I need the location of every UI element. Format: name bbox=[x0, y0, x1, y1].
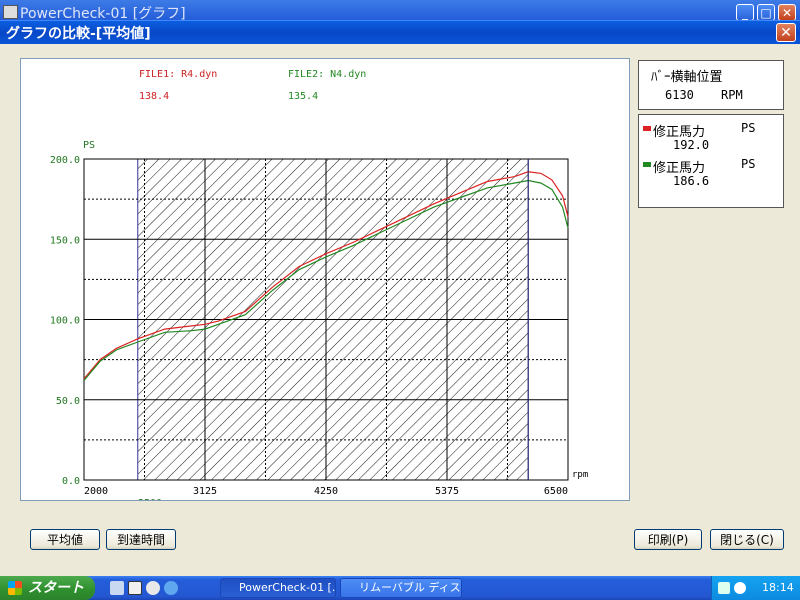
y-tick-label: 0.0 bbox=[62, 476, 80, 487]
system-tray: 18:14 bbox=[711, 576, 800, 600]
dialog-title: グラフの比較-[平均値] bbox=[6, 26, 151, 42]
tray-icon[interactable] bbox=[718, 582, 730, 594]
bar-position-unit: RPM bbox=[721, 88, 743, 102]
y-axis-label: PS bbox=[83, 140, 95, 151]
y-tick-label: 50.0 bbox=[56, 396, 80, 407]
legend-value: 192.0 bbox=[673, 138, 710, 152]
windows-logo-icon bbox=[8, 581, 22, 595]
y-tick-label: 200.0 bbox=[50, 155, 80, 166]
ie-icon[interactable] bbox=[164, 581, 178, 595]
x-tick-label: 5375 bbox=[435, 486, 459, 497]
legend-swatch-red bbox=[643, 126, 651, 131]
file1-label: FILE1: R4.dyn bbox=[139, 69, 217, 80]
compare-dialog: グラフの比較-[平均値] ✕ 0.0 50.0 100.0 150.0 200.0 200… bbox=[0, 20, 800, 576]
y-tick-label: 100.0 bbox=[50, 316, 80, 327]
x-tick-label: 4250 bbox=[314, 486, 338, 497]
taskbar-item-removable-disk[interactable]: リムーバブル ディスク ... bbox=[340, 578, 462, 598]
file2-label: FILE2: N4.dyn bbox=[288, 69, 366, 80]
close-button-background[interactable]: ✕ bbox=[778, 4, 796, 21]
x-tick-label: 6500 bbox=[544, 486, 568, 497]
legend-value: 186.6 bbox=[673, 174, 710, 188]
graph-panel: 0.0 50.0 100.0 150.0 200.0 2000 3125 4250 5375 65… bbox=[20, 58, 630, 501]
x-tick-label: 3125 bbox=[193, 486, 217, 497]
start-button[interactable]: スタート bbox=[0, 576, 95, 600]
desktop-icon[interactable] bbox=[110, 581, 124, 595]
legend-unit: PS bbox=[741, 121, 756, 135]
y-tick-label: 150.0 bbox=[50, 235, 80, 246]
power-chart: 0.0 50.0 100.0 150.0 200.0 2000 3125 4250 5375 65… bbox=[50, 69, 588, 500]
media-icon[interactable] bbox=[146, 581, 160, 595]
legend-item: 修正馬力 PS 192.0 bbox=[643, 121, 779, 157]
average-button[interactable]: 平均値 bbox=[30, 529, 100, 550]
maximize-button[interactable]: □ bbox=[757, 4, 775, 21]
range-start-label: 2500 bbox=[138, 498, 162, 500]
x-tick-label: 2000 bbox=[84, 486, 108, 497]
app-icon bbox=[3, 5, 18, 19]
file1-average-value: 138.4 bbox=[139, 91, 169, 102]
start-label: スタート bbox=[28, 580, 84, 596]
legend-item: 修正馬力 PS 186.6 bbox=[643, 157, 779, 193]
app-quicklaunch-icon[interactable] bbox=[128, 581, 142, 595]
bar-position-value: 6130 bbox=[665, 88, 694, 102]
legend-swatch-green bbox=[643, 162, 651, 167]
print-button[interactable]: 印刷(P) bbox=[634, 529, 702, 550]
legend-unit: PS bbox=[741, 157, 756, 171]
bar-position-title: ﾊﾞｰ横軸位置 bbox=[651, 70, 723, 85]
dialog-titlebar: グラフの比較-[平均値] ✕ bbox=[0, 20, 800, 44]
legend-panel: 修正馬力 PS 192.0 修正馬力 PS 186.6 bbox=[638, 114, 784, 208]
minimize-button[interactable]: _ bbox=[736, 4, 754, 21]
clock: 18:14 bbox=[762, 581, 794, 594]
tray-volume-icon[interactable] bbox=[734, 582, 746, 594]
taskbar-item-powercheck[interactable]: PowerCheck-01 [... bbox=[220, 578, 336, 598]
file2-average-value: 135.4 bbox=[288, 91, 318, 102]
x-axis-unit: rpm bbox=[572, 470, 588, 480]
arrival-time-button[interactable]: 到達時間 bbox=[106, 529, 176, 550]
bar-position-panel: ﾊﾞｰ横軸位置 6130 RPM bbox=[638, 60, 784, 110]
dialog-close-button[interactable]: ✕ bbox=[776, 23, 796, 42]
taskbar: スタート PowerCheck-01 [... リムーバブル ディスク ... … bbox=[0, 576, 800, 600]
close-button[interactable]: 閉じる(C) bbox=[710, 529, 784, 550]
